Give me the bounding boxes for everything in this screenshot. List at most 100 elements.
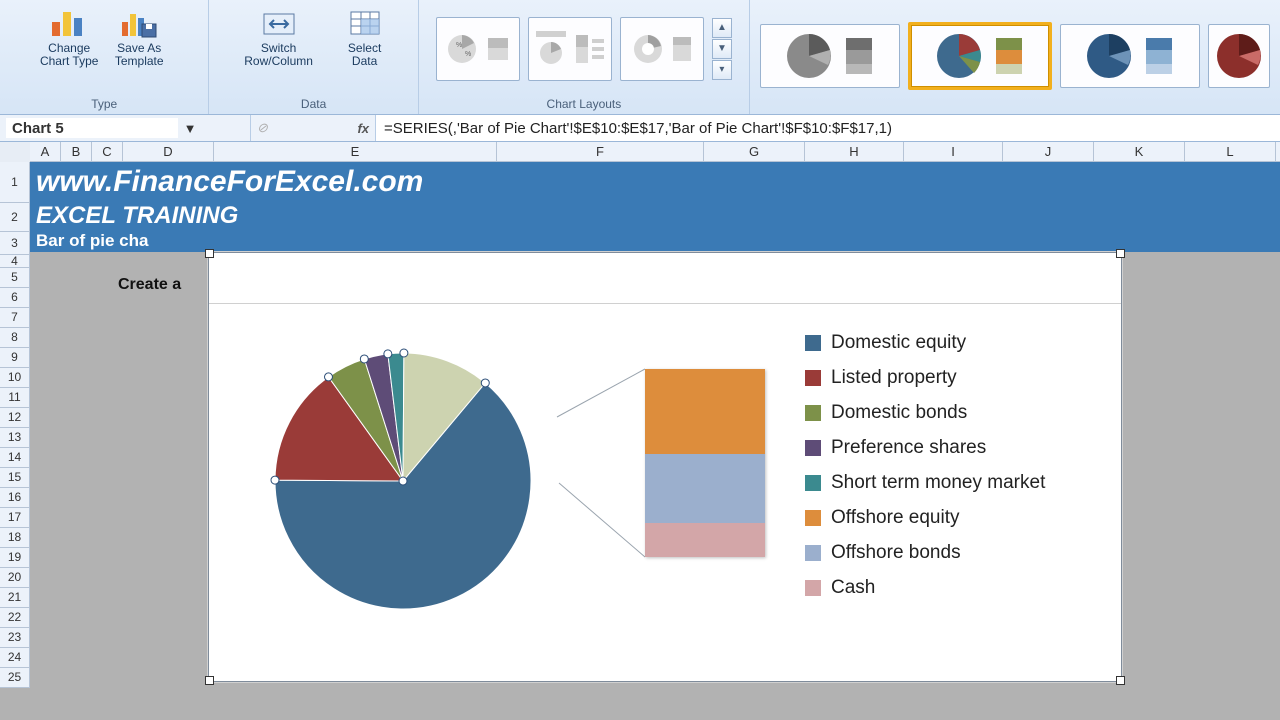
row-header[interactable]: 8 [0, 328, 30, 348]
cancel-icon[interactable]: ⊘ [257, 120, 268, 136]
group-type: Change Chart Type Save As Template Type [0, 0, 209, 114]
legend-label: Domestic bonds [831, 395, 967, 430]
group-data: Switch Row/Column Select Data Data [209, 0, 418, 114]
style-thumb-4[interactable] [1208, 24, 1270, 88]
style-thumb-3[interactable] [1060, 24, 1200, 88]
row-header[interactable]: 16 [0, 488, 30, 508]
column-header[interactable]: L [1185, 142, 1276, 162]
row-header[interactable]: 22 [0, 608, 30, 628]
row-header[interactable]: 1 [0, 162, 30, 203]
legend-item[interactable]: Domestic equity [805, 325, 1045, 360]
legend-item[interactable]: Short term money market [805, 465, 1045, 500]
row-header[interactable]: 20 [0, 568, 30, 588]
resize-handle[interactable] [205, 676, 214, 685]
row-header[interactable]: 9 [0, 348, 30, 368]
legend-label: Offshore bonds [831, 535, 961, 570]
svg-text:%: % [456, 42, 462, 49]
column-header[interactable]: C [92, 142, 123, 162]
row-header[interactable]: 25 [0, 668, 30, 688]
column-header[interactable]: M [1276, 142, 1280, 162]
resize-handle[interactable] [205, 249, 214, 258]
row-header[interactable]: 13 [0, 428, 30, 448]
name-box-input[interactable] [6, 118, 178, 138]
save-as-template-button[interactable]: Save As Template [107, 2, 171, 68]
select-all-corner[interactable] [0, 142, 31, 163]
legend-item[interactable]: Preference shares [805, 430, 1045, 465]
row-header[interactable]: 23 [0, 628, 30, 648]
column-header[interactable]: E [214, 142, 497, 162]
row-header[interactable]: 19 [0, 548, 30, 568]
name-box-dropdown-icon[interactable]: ▼ [178, 115, 202, 141]
column-header[interactable]: K [1094, 142, 1185, 162]
name-box[interactable]: ▼ [0, 115, 251, 141]
legend-item[interactable]: Offshore equity [805, 500, 1045, 535]
column-header[interactable]: F [497, 142, 704, 162]
layouts-up-icon[interactable]: ▲ [712, 18, 732, 38]
column-header[interactable]: B [61, 142, 92, 162]
select-data-button[interactable]: Select Data [333, 2, 397, 68]
column-header[interactable]: J [1003, 142, 1094, 162]
layouts-more-icon[interactable]: ▾ [712, 60, 732, 80]
row-header[interactable]: 24 [0, 648, 30, 668]
legend-item[interactable]: Listed property [805, 360, 1045, 395]
layout-thumb-2[interactable] [528, 17, 612, 81]
chart-object[interactable]: Domestic equityListed propertyDomestic b… [208, 252, 1122, 682]
row-header[interactable]: 7 [0, 308, 30, 328]
formula-bar: ▼ ⊘ fx =SERIES(,'Bar of Pie Chart'!$E$10… [0, 115, 1280, 142]
row-header[interactable]: 11 [0, 388, 30, 408]
bar-segment[interactable] [645, 454, 765, 522]
select-data-label: Select Data [348, 42, 381, 68]
row-header[interactable]: 10 [0, 368, 30, 388]
chart-plot-area[interactable]: Domestic equityListed propertyDomestic b… [209, 303, 1121, 681]
column-header[interactable]: D [123, 142, 214, 162]
column-headers: ABCDEFGHIJKLM [30, 142, 1280, 162]
column-header[interactable]: A [30, 142, 61, 162]
row-header[interactable]: 6 [0, 288, 30, 308]
fx-icon[interactable]: fx [357, 121, 369, 136]
row-header[interactable]: 15 [0, 468, 30, 488]
resize-handle[interactable] [1116, 676, 1125, 685]
cells-area[interactable]: www.FinanceForExcel.com EXCEL TRAINING B… [30, 162, 1280, 720]
style-thumb-1[interactable] [760, 24, 900, 88]
group-chart-layouts: %% ▲ ▼ ▾ Chart Layouts [419, 0, 750, 114]
row-header[interactable]: 17 [0, 508, 30, 528]
row-header[interactable]: 4 [0, 255, 30, 268]
legend-label: Cash [831, 570, 875, 605]
bar-segment[interactable] [645, 523, 765, 557]
change-chart-type-label: Change Chart Type [40, 42, 98, 68]
bar-segment[interactable] [645, 369, 765, 454]
row-header[interactable]: 3 [0, 232, 30, 255]
chart-type-icon [50, 6, 88, 40]
change-chart-type-button[interactable]: Change Chart Type [37, 2, 101, 68]
resize-handle[interactable] [1116, 249, 1125, 258]
layout-thumb-1[interactable]: %% [436, 17, 520, 81]
row-header[interactable]: 18 [0, 528, 30, 548]
legend-item[interactable]: Cash [805, 570, 1045, 605]
legend-item[interactable]: Domestic bonds [805, 395, 1045, 430]
row-header[interactable]: 2 [0, 203, 30, 232]
switch-row-column-label: Switch Row/Column [244, 42, 313, 68]
switch-row-column-button[interactable]: Switch Row/Column [231, 2, 327, 68]
legend-item[interactable]: Offshore bonds [805, 535, 1045, 570]
layout-thumb-3[interactable] [620, 17, 704, 81]
legend-swatch [805, 580, 821, 596]
group-type-label: Type [6, 95, 202, 114]
row-header[interactable]: 14 [0, 448, 30, 468]
row-header[interactable]: 12 [0, 408, 30, 428]
column-header[interactable]: G [704, 142, 805, 162]
layouts-down-icon[interactable]: ▼ [712, 39, 732, 59]
worksheet: ABCDEFGHIJKLM 12345678910111213141516171… [0, 142, 1280, 720]
layouts-spinner[interactable]: ▲ ▼ ▾ [712, 18, 732, 80]
row-header[interactable]: 5 [0, 268, 30, 288]
legend-swatch [805, 475, 821, 491]
chart-title-area[interactable] [209, 253, 1121, 304]
formula-input[interactable]: =SERIES(,'Bar of Pie Chart'!$E$10:$E$17,… [376, 115, 1280, 141]
column-header[interactable]: H [805, 142, 904, 162]
legend[interactable]: Domestic equityListed propertyDomestic b… [805, 325, 1045, 605]
row-header[interactable]: 21 [0, 588, 30, 608]
bar-of-pie-stack[interactable] [645, 369, 765, 557]
column-header[interactable]: I [904, 142, 1003, 162]
legend-swatch [805, 510, 821, 526]
banner: www.FinanceForExcel.com EXCEL TRAINING B… [30, 162, 1280, 252]
style-thumb-2[interactable] [908, 22, 1052, 90]
